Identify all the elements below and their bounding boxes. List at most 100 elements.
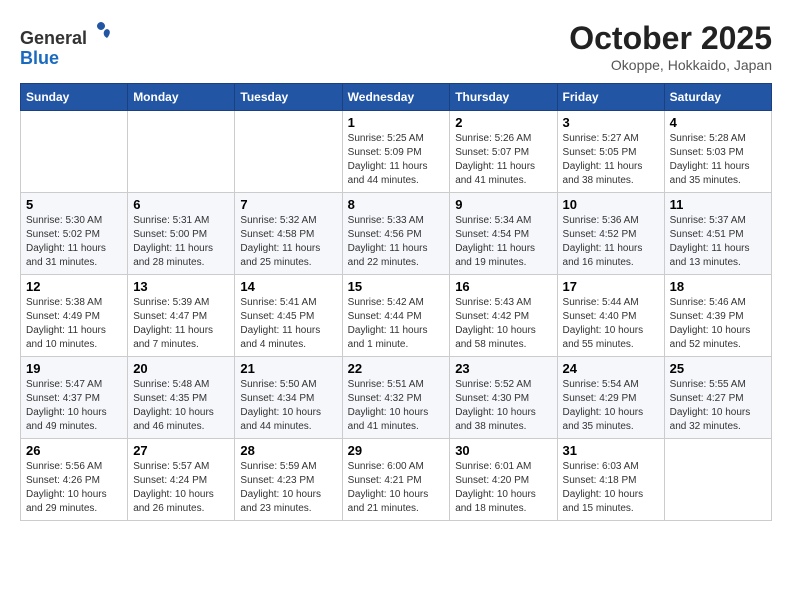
- day-info: Sunrise: 5:55 AM Sunset: 4:27 PM Dayligh…: [670, 378, 766, 434]
- calendar-cell: 1Sunrise: 5:25 AM Sunset: 5:09 PM Daylig…: [342, 111, 450, 193]
- calendar-cell: 29 Sunrise: 6:00 AM Sunset: 4:21 PM Dayli…: [342, 439, 450, 521]
- day-number: 29: [348, 443, 445, 458]
- day-number: 1: [348, 115, 445, 130]
- day-number: 22: [348, 361, 445, 376]
- calendar-cell: [664, 439, 771, 521]
- weekday-thursday: Thursday: [450, 84, 557, 111]
- day-info: Sunrise: 5:34 AM Sunset: 4:54 PM Dayligh…: [455, 214, 551, 270]
- day-info: Sunrise: 5:38 AM Sunset: 4:49 PM Dayligh…: [26, 296, 122, 352]
- day-number: 20: [133, 361, 229, 376]
- calendar-cell: 2Sunrise: 5:26 AM Sunset: 5:07 PM Daylig…: [450, 111, 557, 193]
- calendar-cell: 18 Sunrise: 5:46 AM Sunset: 4:39 PM Dayli…: [664, 275, 771, 357]
- calendar-cell: 8Sunrise: 5:33 AM Sunset: 4:56 PM Daylig…: [342, 193, 450, 275]
- day-info: Sunrise: 5:46 AM Sunset: 4:39 PM Dayligh…: [670, 296, 766, 352]
- logo-general: General: [20, 28, 87, 48]
- calendar-cell: 22 Sunrise: 5:51 AM Sunset: 4:32 PM Dayli…: [342, 357, 450, 439]
- logo-blue: Blue: [20, 48, 59, 68]
- day-number: 15: [348, 279, 445, 294]
- calendar-cell: 14Sunrise: 5:41 AM Sunset: 4:45 PM Dayli…: [235, 275, 342, 357]
- day-info: Sunrise: 5:51 AM Sunset: 4:32 PM Dayligh…: [348, 378, 445, 434]
- week-row-4: 19 Sunrise: 5:47 AM Sunset: 4:37 PM Dayli…: [21, 357, 772, 439]
- day-number: 28: [240, 443, 336, 458]
- calendar-cell: [235, 111, 342, 193]
- calendar-cell: 3Sunrise: 5:27 AM Sunset: 5:05 PM Daylig…: [557, 111, 664, 193]
- calendar-cell: 9 Sunrise: 5:34 AM Sunset: 4:54 PM Daylig…: [450, 193, 557, 275]
- weekday-header-row: SundayMondayTuesdayWednesdayThursdayFrid…: [21, 84, 772, 111]
- weekday-sunday: Sunday: [21, 84, 128, 111]
- day-number: 14: [240, 279, 336, 294]
- day-number: 23: [455, 361, 551, 376]
- day-info: Sunrise: 6:03 AM Sunset: 4:18 PM Dayligh…: [563, 460, 659, 516]
- day-number: 27: [133, 443, 229, 458]
- day-number: 19: [26, 361, 122, 376]
- week-row-1: 1Sunrise: 5:25 AM Sunset: 5:09 PM Daylig…: [21, 111, 772, 193]
- calendar-cell: 15 Sunrise: 5:42 AM Sunset: 4:44 PM Dayli…: [342, 275, 450, 357]
- calendar-cell: 17Sunrise: 5:44 AM Sunset: 4:40 PM Dayli…: [557, 275, 664, 357]
- day-info: Sunrise: 5:31 AM Sunset: 5:00 PM Dayligh…: [133, 214, 229, 270]
- day-number: 30: [455, 443, 551, 458]
- day-info: Sunrise: 6:00 AM Sunset: 4:21 PM Dayligh…: [348, 460, 445, 516]
- day-number: 9: [455, 197, 551, 212]
- calendar-cell: 19 Sunrise: 5:47 AM Sunset: 4:37 PM Dayli…: [21, 357, 128, 439]
- calendar-cell: 30 Sunrise: 6:01 AM Sunset: 4:20 PM Dayli…: [450, 439, 557, 521]
- weekday-monday: Monday: [128, 84, 235, 111]
- logo-icon: [89, 20, 113, 44]
- calendar-cell: 5 Sunrise: 5:30 AM Sunset: 5:02 PM Daylig…: [21, 193, 128, 275]
- day-number: 17: [563, 279, 659, 294]
- calendar-cell: [21, 111, 128, 193]
- calendar-cell: 11 Sunrise: 5:37 AM Sunset: 4:51 PM Dayli…: [664, 193, 771, 275]
- weekday-saturday: Saturday: [664, 84, 771, 111]
- calendar-cell: 26 Sunrise: 5:56 AM Sunset: 4:26 PM Dayli…: [21, 439, 128, 521]
- calendar-cell: 23 Sunrise: 5:52 AM Sunset: 4:30 PM Dayli…: [450, 357, 557, 439]
- day-info: Sunrise: 5:56 AM Sunset: 4:26 PM Dayligh…: [26, 460, 122, 516]
- day-info: Sunrise: 5:30 AM Sunset: 5:02 PM Dayligh…: [26, 214, 122, 270]
- day-number: 18: [670, 279, 766, 294]
- weekday-tuesday: Tuesday: [235, 84, 342, 111]
- calendar-cell: [128, 111, 235, 193]
- day-number: 26: [26, 443, 122, 458]
- weekday-friday: Friday: [557, 84, 664, 111]
- calendar-cell: 20 Sunrise: 5:48 AM Sunset: 4:35 PM Dayli…: [128, 357, 235, 439]
- day-number: 12: [26, 279, 122, 294]
- calendar-cell: 24Sunrise: 5:54 AM Sunset: 4:29 PM Dayli…: [557, 357, 664, 439]
- day-info: Sunrise: 5:43 AM Sunset: 4:42 PM Dayligh…: [455, 296, 551, 352]
- calendar-cell: 27Sunrise: 5:57 AM Sunset: 4:24 PM Dayli…: [128, 439, 235, 521]
- day-info: Sunrise: 5:39 AM Sunset: 4:47 PM Dayligh…: [133, 296, 229, 352]
- day-number: 5: [26, 197, 122, 212]
- day-number: 13: [133, 279, 229, 294]
- day-number: 3: [563, 115, 659, 130]
- day-number: 11: [670, 197, 766, 212]
- day-info: Sunrise: 5:52 AM Sunset: 4:30 PM Dayligh…: [455, 378, 551, 434]
- calendar-cell: 28 Sunrise: 5:59 AM Sunset: 4:23 PM Dayli…: [235, 439, 342, 521]
- logo: General Blue: [20, 20, 113, 69]
- day-info: Sunrise: 5:59 AM Sunset: 4:23 PM Dayligh…: [240, 460, 336, 516]
- day-number: 2: [455, 115, 551, 130]
- calendar-cell: 6 Sunrise: 5:31 AM Sunset: 5:00 PM Daylig…: [128, 193, 235, 275]
- day-number: 4: [670, 115, 766, 130]
- title-block: October 2025 Okoppe, Hokkaido, Japan: [569, 20, 772, 73]
- day-number: 6: [133, 197, 229, 212]
- day-number: 16: [455, 279, 551, 294]
- location: Okoppe, Hokkaido, Japan: [569, 57, 772, 73]
- calendar-cell: 31Sunrise: 6:03 AM Sunset: 4:18 PM Dayli…: [557, 439, 664, 521]
- calendar-cell: 13 Sunrise: 5:39 AM Sunset: 4:47 PM Dayli…: [128, 275, 235, 357]
- calendar-cell: 4 Sunrise: 5:28 AM Sunset: 5:03 PM Daylig…: [664, 111, 771, 193]
- day-info: Sunrise: 5:37 AM Sunset: 4:51 PM Dayligh…: [670, 214, 766, 270]
- day-info: Sunrise: 5:47 AM Sunset: 4:37 PM Dayligh…: [26, 378, 122, 434]
- day-info: Sunrise: 5:54 AM Sunset: 4:29 PM Dayligh…: [563, 378, 659, 434]
- calendar-cell: 7Sunrise: 5:32 AM Sunset: 4:58 PM Daylig…: [235, 193, 342, 275]
- week-row-3: 12 Sunrise: 5:38 AM Sunset: 4:49 PM Dayli…: [21, 275, 772, 357]
- calendar-cell: 25Sunrise: 5:55 AM Sunset: 4:27 PM Dayli…: [664, 357, 771, 439]
- day-number: 7: [240, 197, 336, 212]
- day-info: Sunrise: 5:48 AM Sunset: 4:35 PM Dayligh…: [133, 378, 229, 434]
- day-info: Sunrise: 5:28 AM Sunset: 5:03 PM Dayligh…: [670, 132, 766, 188]
- weekday-wednesday: Wednesday: [342, 84, 450, 111]
- calendar: SundayMondayTuesdayWednesdayThursdayFrid…: [20, 83, 772, 521]
- day-info: Sunrise: 5:42 AM Sunset: 4:44 PM Dayligh…: [348, 296, 445, 352]
- calendar-cell: 16 Sunrise: 5:43 AM Sunset: 4:42 PM Dayli…: [450, 275, 557, 357]
- day-number: 21: [240, 361, 336, 376]
- day-info: Sunrise: 6:01 AM Sunset: 4:20 PM Dayligh…: [455, 460, 551, 516]
- calendar-cell: 10Sunrise: 5:36 AM Sunset: 4:52 PM Dayli…: [557, 193, 664, 275]
- day-info: Sunrise: 5:33 AM Sunset: 4:56 PM Dayligh…: [348, 214, 445, 270]
- page-header: General Blue October 2025 Okoppe, Hokkai…: [20, 20, 772, 73]
